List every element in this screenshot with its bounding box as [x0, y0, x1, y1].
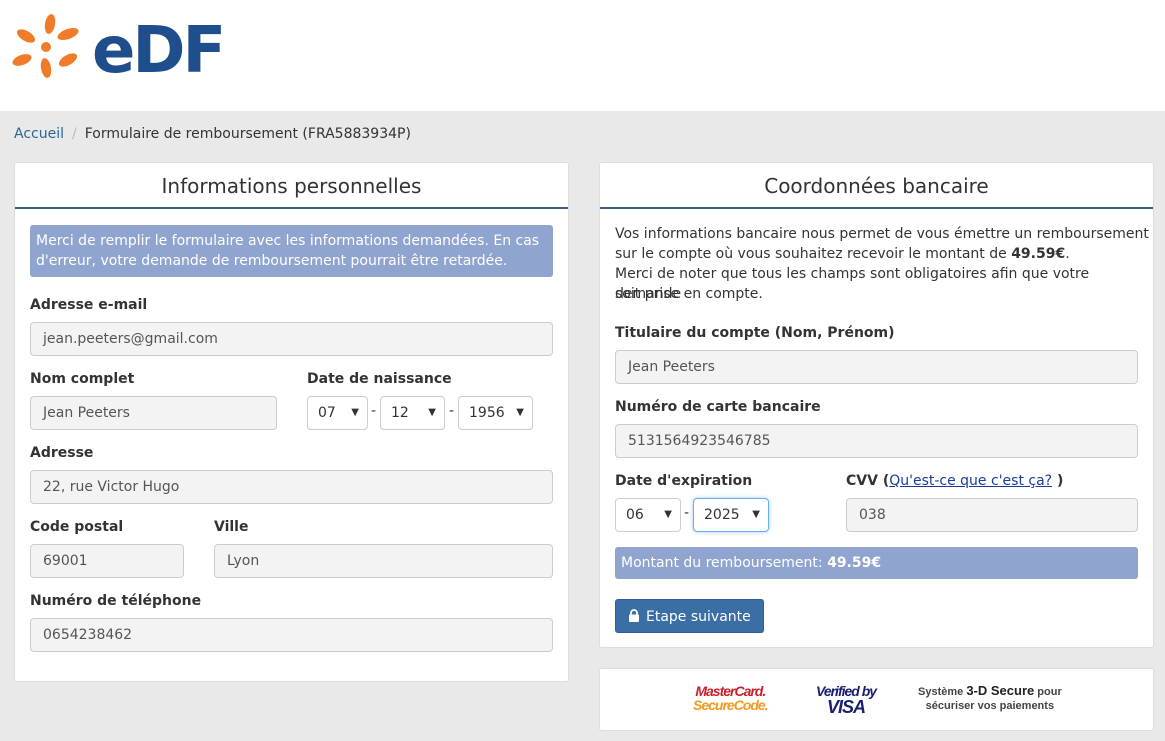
bank-info-title: Coordonnées bancaire: [600, 163, 1153, 209]
refund-amount-value: 49.59€: [827, 555, 882, 571]
name-label: Nom complet: [30, 371, 135, 387]
3d-secure-line-1a: Système: [918, 686, 967, 698]
visa-text: VISA: [827, 697, 866, 717]
card-number-label: Numéro de carte bancaire: [615, 399, 821, 415]
holder-label: Titulaire du compte (Nom, Prénom): [615, 325, 895, 341]
secure-logos-panel: MasterCard. SecureCode. Verified by VISA…: [599, 668, 1154, 731]
holder-field[interactable]: Jean Peeters: [615, 350, 1138, 384]
expiry-month-value: 06: [626, 507, 644, 523]
dob-label: Date de naissance: [307, 371, 452, 387]
mastercard-securecode-logo: MasterCard. SecureCode.: [693, 683, 769, 713]
bank-info-panel: Coordonnées bancaire Vos informations ba…: [599, 162, 1154, 648]
notice-box: Merci de remplir le formulaire avec les …: [30, 225, 553, 277]
next-step-button[interactable]: Etape suivante: [615, 599, 764, 633]
dob-year-select[interactable]: 1956 ▼: [458, 396, 533, 430]
cvv-field[interactable]: 038: [846, 498, 1138, 532]
dob-month-select[interactable]: 12 ▼: [380, 396, 445, 430]
phone-label: Numéro de téléphone: [30, 593, 202, 609]
bank-intro-amount: 49.59€: [1011, 246, 1066, 262]
3d-secure-line-1: Système 3-D Secure pour: [918, 684, 1062, 699]
refund-amount-box: Montant du remboursement: 49.59€: [615, 547, 1138, 579]
bank-intro-line-1: Vos informations bancaire nous permet de…: [615, 226, 1149, 242]
3d-secure-name: 3-D Secure: [966, 683, 1035, 698]
header: eDF: [0, 0, 1165, 111]
chevron-down-icon: ▼: [428, 407, 436, 418]
dob-day-value: 07: [318, 405, 336, 421]
expiry-label: Date d'expiration: [615, 473, 753, 489]
breadcrumb-home-link[interactable]: Accueil: [14, 126, 64, 142]
breadcrumb-current: Formulaire de remboursement (FRA5883934P…: [84, 126, 411, 142]
cvv-label-close: ): [1052, 473, 1064, 489]
chevron-down-icon: ▼: [664, 509, 672, 520]
cvv-label: CVV (Qu'est-ce que c'est ça? ): [846, 473, 1063, 489]
name-field[interactable]: Jean Peeters: [30, 396, 277, 430]
logo-text: eDF: [92, 14, 223, 82]
breadcrumb: Accueil / Formulaire de remboursement (FRA…: [14, 126, 411, 142]
expiry-year-select[interactable]: 2025 ▼: [693, 498, 769, 532]
dob-day-select[interactable]: 07 ▼: [307, 396, 368, 430]
email-label: Adresse e-mail: [30, 297, 148, 313]
chevron-down-icon: ▼: [516, 407, 524, 418]
securecode-text: SecureCode.: [693, 697, 769, 713]
expiry-dash: -: [684, 505, 690, 521]
personal-info-title: Informations personnelles: [15, 163, 568, 209]
postal-code-field[interactable]: 69001: [30, 544, 184, 578]
personal-info-panel: Informations personnelles Merci de rempl…: [14, 162, 569, 682]
cvv-label-text: CVV (: [846, 473, 890, 489]
postal-code-label: Code postal: [30, 519, 124, 535]
verified-by-visa-logo: Verified by VISA: [816, 683, 877, 717]
bank-intro-line-2a: sur le compte où vous souhaitez recevoir…: [615, 246, 1012, 262]
bank-intro-line-2: sur le compte où vous souhaitez recevoir…: [615, 244, 1070, 264]
refund-amount-label: Montant du remboursement:: [621, 555, 828, 571]
3d-secure-line-2: sécuriser vos paiements: [925, 700, 1055, 712]
next-step-label: Etape suivante: [646, 609, 751, 625]
expiry-month-select[interactable]: 06 ▼: [615, 498, 681, 532]
dob-year-value: 1956: [469, 405, 505, 421]
3d-secure-text: Système 3-D Secure pour sécuriser vos pa…: [918, 684, 1062, 713]
lock-icon: [629, 609, 639, 622]
3d-secure-line-1c: pour: [1034, 686, 1062, 698]
dob-month-value: 12: [391, 405, 409, 421]
phone-field[interactable]: 0654238462: [30, 618, 553, 652]
chevron-down-icon: ▼: [351, 407, 359, 418]
address-field[interactable]: 22, rue Victor Hugo: [30, 470, 553, 504]
edf-logo: eDF: [12, 14, 226, 82]
city-field[interactable]: Lyon: [214, 544, 553, 578]
dob-dash: -: [449, 403, 455, 419]
dob-dash: -: [371, 403, 377, 419]
email-field[interactable]: jean.peeters@gmail.com: [30, 322, 553, 356]
cvv-help-link[interactable]: Qu'est-ce que c'est ça?: [889, 473, 1052, 489]
expiry-year-value: 2025: [704, 507, 740, 523]
bank-intro-line-4: soit prise en compte.: [615, 286, 763, 302]
city-label: Ville: [214, 519, 249, 535]
address-label: Adresse: [30, 445, 94, 461]
card-number-field[interactable]: 5131564923546785: [615, 424, 1138, 458]
breadcrumb-separator: /: [72, 126, 77, 142]
bank-intro-line-2b: .: [1065, 246, 1070, 262]
chevron-down-icon: ▼: [752, 509, 760, 520]
mastercard-text: MasterCard.: [695, 683, 766, 699]
